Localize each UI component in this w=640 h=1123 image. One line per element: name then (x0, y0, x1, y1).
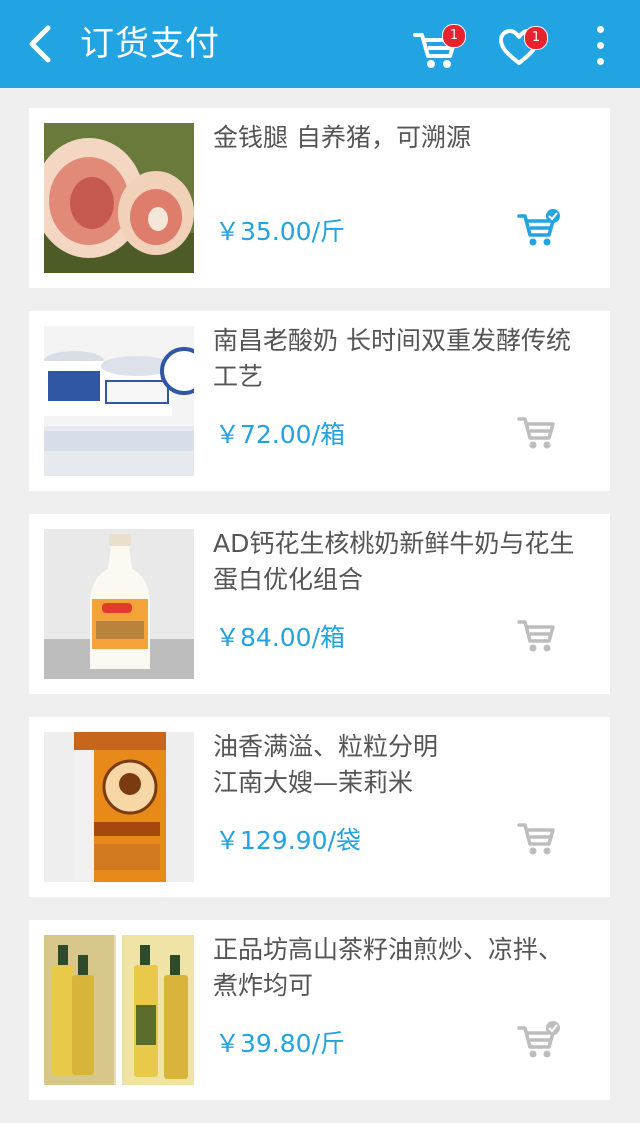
add-to-cart-button[interactable] (517, 1020, 561, 1060)
product-name: 正品坊高山茶籽油煎炒、凉拌、煮炸均可 (213, 935, 564, 1000)
cart-count-badge: 1 (442, 24, 466, 48)
product-name: AD钙花生核桃奶新鲜牛奶与花生蛋白优化组合 (213, 529, 575, 594)
cart-icon (517, 417, 555, 449)
product-card[interactable]: 金钱腿 自养猪，可溯源 ￥35.00/斤 (29, 108, 610, 288)
product-price: ￥84.00/箱 (215, 623, 345, 652)
add-to-cart-button[interactable] (517, 817, 561, 857)
product-price: ￥35.00/斤 (215, 217, 345, 246)
header-cart-button[interactable]: 1 (412, 24, 466, 70)
product-price: ￥129.90/袋 (215, 826, 361, 855)
top-app-bar: 订货支付 1 1 (0, 0, 640, 88)
favorites-count-badge: 1 (524, 26, 548, 50)
more-menu-button[interactable] (588, 24, 612, 68)
product-image-pork-leg (44, 123, 194, 273)
product-name: 金钱腿 自养猪，可溯源 (213, 123, 471, 152)
more-vert-icon (597, 26, 604, 33)
product-price: ￥39.80/斤 (215, 1029, 345, 1058)
product-price: ￥72.00/箱 (215, 420, 345, 449)
back-button[interactable] (22, 22, 62, 66)
product-name: 南昌老酸奶 长时间双重发酵传统工艺 (213, 326, 571, 391)
product-image-oil-bottles (44, 935, 194, 1085)
product-image-milk-bottle (44, 529, 194, 679)
add-to-cart-button[interactable] (517, 208, 561, 248)
header-favorites-button[interactable]: 1 (498, 26, 548, 70)
add-to-cart-button[interactable] (517, 411, 561, 451)
product-name: 油香满溢、粒粒分明 江南大嫂—茉莉米 (213, 732, 439, 797)
product-image-rice-bag (44, 732, 194, 882)
product-card[interactable]: AD钙花生核桃奶新鲜牛奶与花生蛋白优化组合 ￥84.00/箱 (29, 514, 610, 694)
cart-check-icon (517, 209, 560, 246)
add-to-cart-button[interactable] (517, 614, 561, 654)
product-list: 金钱腿 自养猪，可溯源 ￥35.00/斤 南昌老酸奶 长时间双重发酵传统工艺 ￥… (29, 108, 610, 1123)
product-card[interactable]: 正品坊高山茶籽油煎炒、凉拌、煮炸均可 ￥39.80/斤 (29, 920, 610, 1100)
product-card[interactable]: 南昌老酸奶 长时间双重发酵传统工艺 ￥72.00/箱 (29, 311, 610, 491)
product-image-yogurt-jars (44, 326, 194, 476)
chevron-left-icon (29, 25, 51, 63)
product-card[interactable]: 油香满溢、粒粒分明 江南大嫂—茉莉米 ￥129.90/袋 (29, 717, 610, 897)
page-title: 订货支付 (80, 24, 220, 64)
cart-icon (517, 620, 555, 652)
cart-check-icon (517, 1021, 560, 1058)
cart-icon (517, 823, 555, 855)
